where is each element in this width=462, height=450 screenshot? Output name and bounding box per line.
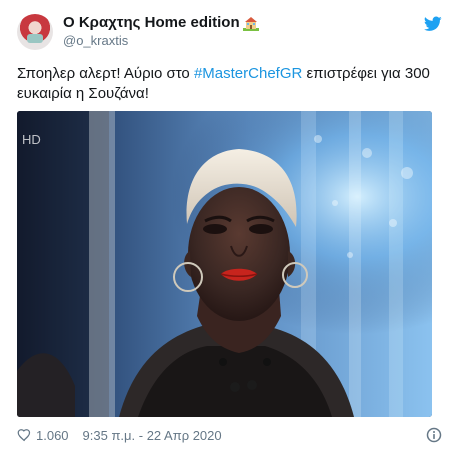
info-icon[interactable] [426, 427, 442, 443]
tweet-card: Ο Κραχτης Home edition @o_kraxtis Σποηλε… [0, 0, 462, 450]
hashtag-link[interactable]: #MasterChefGR [194, 65, 302, 82]
author-names: Ο Κραχτης Home edition @o_kraxtis [63, 14, 260, 49]
handle[interactable]: @o_kraxtis [63, 33, 260, 49]
svg-text:HD: HD [22, 132, 41, 147]
heart-icon[interactable] [17, 428, 32, 442]
display-name[interactable]: Ο Κραχτης Home edition [63, 14, 240, 33]
house-icon [242, 17, 259, 32]
tweet-text: Σποηλερ αλερτ! Αύριο στο #MasterChefGR ε… [17, 64, 442, 104]
tweet-footer: 1.060 9:35 π.μ. - 22 Απρ 2020 [17, 426, 448, 444]
twitter-bird-icon[interactable] [424, 16, 442, 32]
avatar[interactable] [17, 14, 53, 50]
tweet-photo[interactable]: HD [17, 111, 432, 417]
like-count[interactable]: 1.060 [36, 428, 69, 443]
tweet-timestamp[interactable]: 9:35 π.μ. - 22 Απρ 2020 [83, 428, 222, 443]
display-name-row: Ο Κραχτης Home edition [63, 14, 260, 33]
tweet-text-before: Σποηλερ αλερτ! Αύριο στο [17, 65, 194, 82]
photo-illustration: HD [17, 111, 432, 417]
tweet-header: Ο Κραχτης Home edition @o_kraxtis [17, 14, 448, 54]
